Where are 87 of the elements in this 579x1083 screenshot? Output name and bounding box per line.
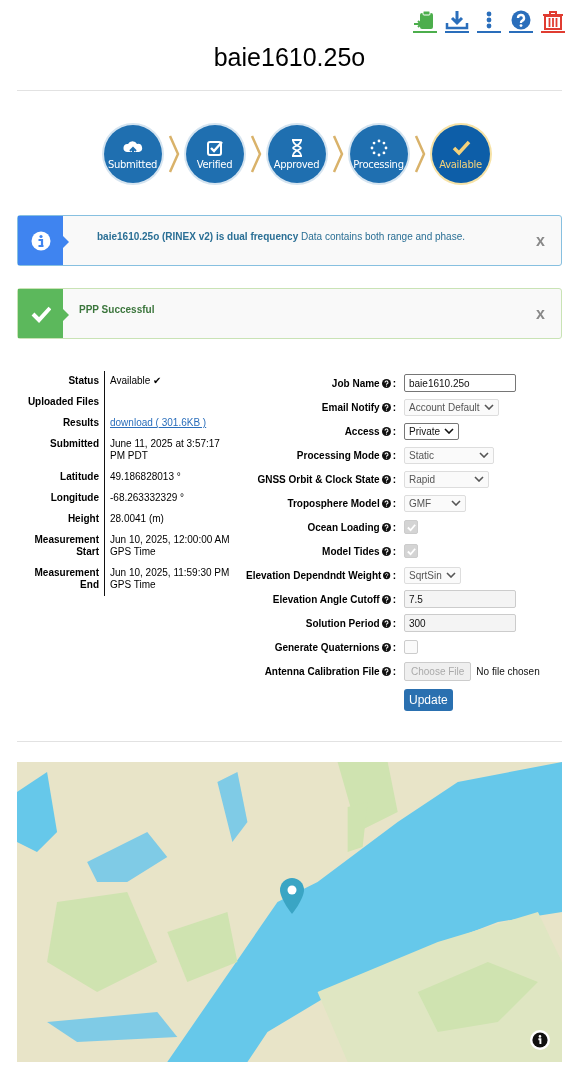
- info-icon: [30, 230, 51, 251]
- chevron-icon: [249, 134, 262, 174]
- help-icon[interactable]: [381, 378, 391, 388]
- field-label: Ocean Loading: [307, 521, 380, 533]
- field-label: Email Notify: [321, 401, 380, 413]
- field-label: Job Name: [331, 377, 380, 389]
- field-label: Troposphere Model: [287, 497, 380, 509]
- trash-icon[interactable]: [541, 10, 565, 34]
- label-colon: :: [392, 665, 396, 677]
- help-icon[interactable]: [381, 450, 391, 460]
- help-icon[interactable]: [381, 402, 391, 412]
- detail-value: June 11, 2025 at 3:57:17 PM PDT: [110, 438, 220, 461]
- status-step: Verified: [185, 125, 244, 183]
- detail-label: Uploaded Files: [17, 392, 105, 413]
- dropdown[interactable]: Private: [404, 422, 460, 440]
- chevron-down-icon: [483, 404, 494, 410]
- label-colon: :: [392, 569, 396, 581]
- label-colon: :: [392, 521, 396, 533]
- field-label: Solution Period: [305, 617, 380, 629]
- field-label: Elevation Dependndt Weight: [246, 569, 382, 581]
- help-icon[interactable]: [383, 570, 391, 580]
- help-icon[interactable]: [381, 546, 391, 556]
- field-label: Antenna Calibration File: [264, 665, 380, 677]
- field-label: Generate Quaternions: [274, 641, 380, 653]
- map-pin-icon[interactable]: [279, 877, 305, 915]
- label-colon: :: [392, 641, 396, 653]
- detail-value: -68.263332329 °: [110, 492, 185, 503]
- chevron-icon: [331, 134, 344, 174]
- help-icon[interactable]: [381, 426, 391, 436]
- label-colon: :: [392, 473, 396, 485]
- checkmark-icon: [450, 138, 471, 157]
- alert-message: PPP Successful: [79, 303, 156, 317]
- field-label: Processing Mode: [296, 449, 380, 461]
- label-colon: :: [392, 593, 396, 605]
- status-step: Available: [431, 125, 490, 183]
- page-title: baie1610.25o: [212, 42, 367, 72]
- help-icon[interactable]: [381, 666, 391, 676]
- status-step: Submitted: [103, 125, 162, 183]
- detail-value: Jun 10, 2025, 12:00:00 AM GPS Time: [110, 534, 230, 557]
- help-icon[interactable]: [381, 498, 391, 508]
- label-colon: :: [392, 425, 396, 437]
- clipboard-import-icon[interactable]: [413, 10, 437, 34]
- label-colon: :: [392, 449, 396, 461]
- field-label: Model Tides: [322, 545, 380, 557]
- chevron-down-icon: [474, 476, 484, 482]
- checkbox-icon: [204, 138, 225, 157]
- file-status: No file chosen: [476, 665, 540, 677]
- detail-value: Available ✔: [110, 375, 162, 386]
- detail-label: Results: [17, 413, 105, 434]
- help-icon[interactable]: [381, 594, 391, 604]
- help-icon[interactable]: [381, 618, 391, 628]
- detail-value: 28.0041 (m): [110, 513, 164, 524]
- detail-label: Latitude: [17, 467, 105, 488]
- detail-value: 49.186828013 °: [110, 471, 181, 482]
- chevron-down-icon: [451, 500, 461, 506]
- label-colon: :: [392, 617, 396, 629]
- detail-label: Measurement Start: [17, 530, 105, 563]
- field-label: Elevation Angle Cutoff: [272, 593, 380, 605]
- status-step: Approved: [267, 125, 326, 183]
- download-link[interactable]: download ( 301.6KB ): [110, 417, 207, 428]
- chevron-icon: [167, 134, 180, 174]
- label-colon: :: [392, 545, 396, 557]
- help-icon[interactable]: [381, 474, 391, 484]
- detail-label: Longitude: [17, 488, 105, 509]
- detail-value: Jun 10, 2025, 11:59:30 PM GPS Time: [110, 567, 230, 590]
- field-label: GNSS Orbit & Clock State: [257, 473, 380, 485]
- label-colon: :: [392, 377, 396, 389]
- field-label: Access: [344, 425, 380, 437]
- detail-label: Status: [17, 371, 105, 392]
- chevron-icon: [413, 134, 426, 174]
- chevron-down-icon: [444, 428, 455, 434]
- more-options-icon[interactable]: [477, 10, 501, 34]
- help-icon[interactable]: [381, 642, 391, 652]
- detail-label: Submitted: [17, 434, 105, 467]
- detail-label: Height: [17, 509, 105, 530]
- alert-message: baie1610.25o (RINEX v2) is dual frequency Data contains both range and phase.: [97, 230, 466, 244]
- detail-label: Measurement End: [17, 563, 105, 596]
- update-button[interactable]: Update: [404, 689, 453, 711]
- text-field[interactable]: baie1610.25o: [404, 374, 516, 392]
- label-colon: :: [392, 497, 396, 509]
- help-icon[interactable]: [381, 522, 391, 532]
- chevron-down-icon: [445, 572, 456, 578]
- download-icon[interactable]: [445, 10, 469, 34]
- chevron-down-icon: [479, 452, 489, 458]
- spinner-icon: [368, 138, 389, 157]
- label-colon: :: [392, 401, 396, 413]
- status-step: Processing: [349, 125, 408, 183]
